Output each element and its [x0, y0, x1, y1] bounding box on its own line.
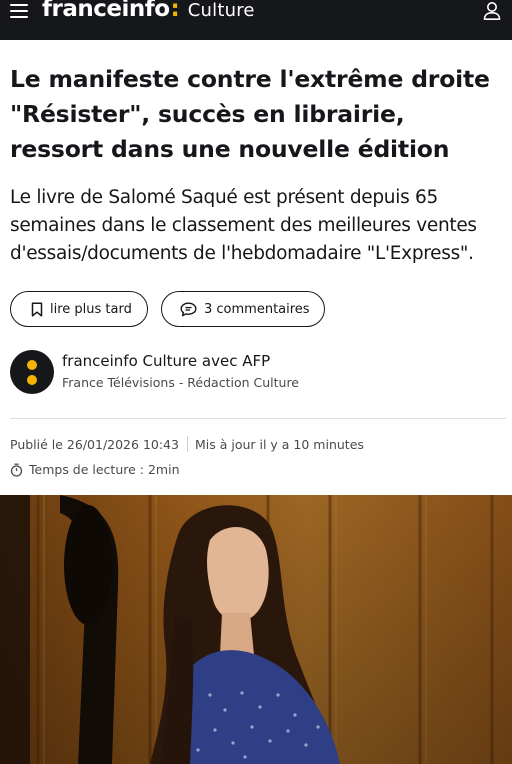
meta-separator [186, 436, 188, 452]
stopwatch-icon [10, 463, 23, 477]
bookmark-icon [31, 301, 43, 317]
divider [10, 418, 506, 419]
avatar-dot-bottom [27, 375, 37, 385]
hamburger-menu-icon[interactable] [9, 2, 29, 20]
author-avatar [10, 350, 54, 394]
read-later-label: lire plus tard [50, 301, 132, 317]
section-name: Culture [187, 0, 255, 21]
brand-colon: : [170, 0, 180, 22]
updated-date: Mis à jour il y a 10 minutes [194, 436, 364, 452]
author-organization: France Télévisions - Rédaction Culture [62, 375, 299, 390]
read-later-button[interactable]: lire plus tard [10, 291, 148, 327]
published-date: Publié le 26/01/2026 10:43 [10, 436, 179, 452]
avatar-dot-top [27, 360, 37, 370]
user-account-icon[interactable] [482, 1, 502, 21]
publication-info: Publié le 26/01/2026 10:43 Mis à jour il… [10, 436, 364, 452]
comments-label: 3 commentaires [204, 301, 310, 317]
comment-bubble-icon [180, 302, 197, 316]
comments-button[interactable]: 3 commentaires [161, 291, 325, 327]
brand-name: franceinfo [42, 0, 170, 22]
reading-time-label: Temps de lecture : 2min [29, 462, 180, 477]
site-logo[interactable]: franceinfo : Culture [42, 0, 255, 26]
article-photo[interactable] [0, 495, 512, 764]
author-name[interactable]: franceinfo Culture avec AFP [62, 352, 270, 370]
article-title: Le manifeste contre l'extrême droite "Ré… [10, 65, 490, 163]
reading-time: Temps de lecture : 2min [10, 462, 180, 477]
article-lead: Le livre de Salomé Saqué est présent dep… [10, 187, 477, 264]
photo-illustration [0, 495, 512, 764]
top-navigation-bar: franceinfo : Culture [0, 0, 512, 40]
